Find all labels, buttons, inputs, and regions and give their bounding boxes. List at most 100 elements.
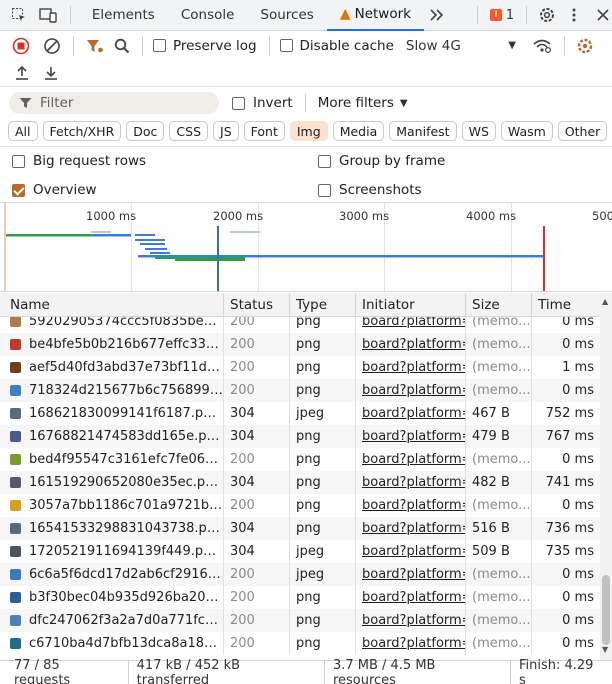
request-initiator-link[interactable]: board?platform= <box>362 475 465 490</box>
column-size-header[interactable]: Size <box>466 293 532 317</box>
request-name-cell: bed4f95547c3161efc7fe067f... <box>0 448 224 471</box>
request-time: 736 ms <box>545 521 594 536</box>
filter-chip-fetch-xhr[interactable]: Fetch/XHR <box>42 121 122 141</box>
network-overview-timeline[interactable]: 1000 ms 2000 ms 3000 ms 4000 ms 500 <box>0 202 612 292</box>
throttle-select[interactable]: Slow 4G ▼ <box>406 38 516 54</box>
request-size: (memo... <box>466 333 532 356</box>
network-settings-gear-icon[interactable] <box>576 37 594 55</box>
request-name: be4bfe5b0b216b677effc33d... <box>29 337 223 352</box>
device-toolbar-icon[interactable] <box>39 5 58 25</box>
clear-icon[interactable] <box>43 37 61 55</box>
search-icon[interactable] <box>114 38 130 54</box>
request-initiator-link[interactable]: board?platform= <box>362 360 465 375</box>
column-type-header[interactable]: Type <box>290 293 356 317</box>
request-initiator-link[interactable]: board?platform= <box>362 429 465 444</box>
filter-chip-css[interactable]: CSS <box>169 121 209 141</box>
table-row[interactable]: dfc247062f3a2a7d0a771fcc... 200 png board?p… <box>0 609 600 632</box>
request-name: b3f30bec04b935d926ba204... <box>29 590 223 605</box>
kebab-menu-icon[interactable] <box>564 5 583 25</box>
column-time-header[interactable]: Time <box>532 293 600 317</box>
scroll-up-arrow-icon[interactable]: ▲ <box>602 297 608 306</box>
import-har-icon[interactable] <box>14 65 30 81</box>
issues-counter[interactable]: ! 1 <box>489 7 515 23</box>
request-type: png <box>290 333 356 356</box>
request-name: 59202905374ccc5f0835be5... <box>29 317 223 329</box>
filter-chip-font[interactable]: Font <box>243 121 285 141</box>
tab-network[interactable]: ▲ Network <box>326 0 424 31</box>
filter-chip-ws[interactable]: WS <box>461 121 496 141</box>
filter-input[interactable]: Filter <box>9 92 219 114</box>
column-name-header[interactable]: Name <box>0 293 224 317</box>
request-initiator-link[interactable]: board?platform= <box>362 613 465 628</box>
preserve-log-checkbox[interactable] <box>153 39 166 52</box>
table-row[interactable]: aef5d40fd3abd37e73bf11d6... 200 png board?p… <box>0 356 600 379</box>
tab-network-label: Network <box>354 6 411 22</box>
overview-checkbox[interactable] <box>12 183 25 197</box>
requests-count: 77 / 85 requests <box>0 658 129 684</box>
filter-chip-all[interactable]: All <box>8 121 38 141</box>
table-row[interactable]: b3f30bec04b935d926ba204... 200 png board?pl… <box>0 586 600 609</box>
filter-chip-wasm[interactable]: Wasm <box>500 121 553 141</box>
filter-chip-doc[interactable]: Doc <box>126 121 165 141</box>
tab-elements[interactable]: Elements <box>79 0 168 31</box>
scroll-down-arrow-icon[interactable]: ▼ <box>602 645 608 654</box>
tab-console[interactable]: Console <box>168 0 248 31</box>
table-row[interactable]: 6c6a5f6dcd17d2ab6cf29164... 200 jpeg board?… <box>0 563 600 586</box>
filter-chip-other[interactable]: Other <box>557 121 608 141</box>
request-initiator-link[interactable]: board?platform= <box>362 337 465 352</box>
request-time: 0 ms <box>562 613 594 628</box>
issues-count: 1 <box>505 7 515 23</box>
request-initiator-link[interactable]: board?platform= <box>362 317 465 329</box>
table-row[interactable]: 718324d215677b6c7568993... 200 png board?pl… <box>0 379 600 402</box>
request-status: 304 <box>224 425 290 448</box>
table-row[interactable]: 16768821474583dd165e.pn... 304 png board?pl… <box>0 425 600 448</box>
table-row[interactable]: 59202905374ccc5f0835be5... 200 png board?pl… <box>0 317 600 333</box>
table-row[interactable]: 168621830099141f6187.pn... 304 jpeg board?p… <box>0 402 600 425</box>
table-row[interactable]: 3057a7bb1186c701a9721ba... 200 png board?pl… <box>0 494 600 517</box>
filter-chip-js[interactable]: JS <box>213 121 239 141</box>
table-vertical-scrollbar[interactable]: ▲ ▼ <box>600 293 612 660</box>
request-initiator-link[interactable]: board?platform= <box>362 636 465 651</box>
table-row[interactable]: bed4f95547c3161efc7fe067f... 200 png board?… <box>0 448 600 471</box>
request-initiator-link[interactable]: board?platform= <box>362 544 465 559</box>
table-row[interactable]: 161519290652080e35ec.pn... 304 png board?pl… <box>0 471 600 494</box>
table-row[interactable]: 1720521911694139f449.pn... 304 jpeg board?p… <box>0 540 600 563</box>
network-conditions-icon[interactable] <box>532 38 552 54</box>
request-type: png <box>290 425 356 448</box>
stop-recording-icon[interactable] <box>12 37 30 55</box>
more-filters-button[interactable]: More filters <box>318 95 394 111</box>
filter-chip-img[interactable]: Img <box>289 121 328 141</box>
request-initiator-link[interactable]: board?platform= <box>362 567 465 582</box>
request-initiator-link[interactable]: board?platform= <box>362 452 465 467</box>
request-initiator-link[interactable]: board?platform= <box>362 590 465 605</box>
group-by-frame-checkbox[interactable] <box>318 154 331 168</box>
request-initiator-cell: board?platform= <box>356 471 466 494</box>
table-row[interactable]: 16541533298831043738.pn... 304 png board?pl… <box>0 517 600 540</box>
column-initiator-header[interactable]: Initiator <box>356 293 466 317</box>
more-tabs-icon[interactable] <box>428 5 447 25</box>
request-initiator-link[interactable]: board?platform= <box>362 383 465 398</box>
filter-chip-manifest[interactable]: Manifest <box>389 121 457 141</box>
tab-divider <box>526 6 528 24</box>
image-thumbnail-icon <box>10 339 21 350</box>
request-name-cell: 16768821474583dd165e.pn... <box>0 425 224 448</box>
request-initiator-link[interactable]: board?platform= <box>362 521 465 536</box>
settings-gear-icon[interactable] <box>537 5 556 25</box>
inspect-element-icon[interactable] <box>10 5 29 25</box>
table-row[interactable]: be4bfe5b0b216b677effc33d... 200 png board?p… <box>0 333 600 356</box>
filter-chip-media[interactable]: Media <box>332 121 385 141</box>
screenshots-checkbox[interactable] <box>318 183 331 197</box>
filter-funnel-icon[interactable] <box>86 38 104 54</box>
request-initiator-link[interactable]: board?platform= <box>362 498 465 513</box>
close-icon[interactable] <box>593 5 612 25</box>
export-har-icon[interactable] <box>43 65 59 81</box>
issue-icon: ! <box>489 9 502 21</box>
tab-sources[interactable]: Sources <box>247 0 326 31</box>
request-initiator-link[interactable]: board?platform= <box>362 406 465 421</box>
big-request-rows-checkbox[interactable] <box>12 154 25 168</box>
disable-cache-checkbox[interactable] <box>279 39 293 52</box>
invert-checkbox[interactable] <box>232 96 245 110</box>
table-row[interactable]: c6710ba4d7bfb13dca8a186... 200 png board?pl… <box>0 632 600 655</box>
scrollbar-thumb[interactable] <box>602 575 610 645</box>
column-status-header[interactable]: Status <box>224 293 290 317</box>
